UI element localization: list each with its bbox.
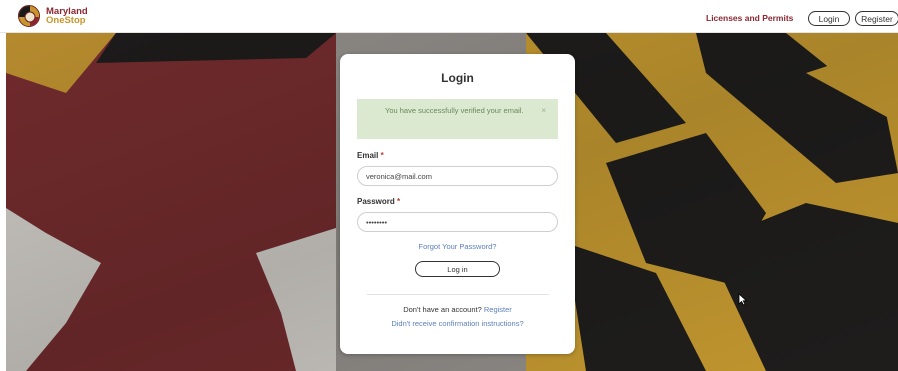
password-required-mark: * (397, 197, 401, 206)
logo-text-onestop: OneStop (46, 15, 86, 26)
maryland-onestop-logo[interactable]: Maryland OneStop (18, 5, 88, 27)
alert-message: You have successfully verified your emai… (385, 106, 524, 115)
nav-licenses-and-permits[interactable]: Licenses and Permits (706, 13, 793, 23)
login-title: Login (441, 71, 474, 85)
email-required-mark: * (380, 151, 384, 160)
log-in-button[interactable]: Log in (415, 261, 500, 277)
site-header: Maryland OneStop Licenses and Permits Lo… (0, 0, 898, 33)
email-label: Email * (357, 151, 384, 160)
mouse-cursor-icon (738, 293, 748, 311)
success-alert: You have successfully verified your emai… (357, 99, 558, 139)
email-field[interactable]: veronica@mail.com (357, 166, 558, 186)
password-label: Password * (357, 197, 401, 206)
maryland-seal-icon (18, 5, 40, 27)
no-account-text: Don't have an account? Register (403, 305, 512, 314)
header-login-button[interactable]: Login (808, 11, 850, 26)
password-field[interactable]: •••••••• (357, 212, 558, 232)
register-link[interactable]: Register (484, 305, 512, 314)
divider (367, 294, 549, 295)
confirmation-instructions-link[interactable]: Didn't receive confirmation instructions… (340, 319, 575, 328)
forgot-password-link[interactable]: Forgot Your Password? (340, 242, 575, 251)
login-card: Login You have successfully verified you… (340, 54, 575, 354)
header-register-button[interactable]: Register (855, 11, 898, 26)
alert-close-icon[interactable]: × (541, 104, 546, 118)
